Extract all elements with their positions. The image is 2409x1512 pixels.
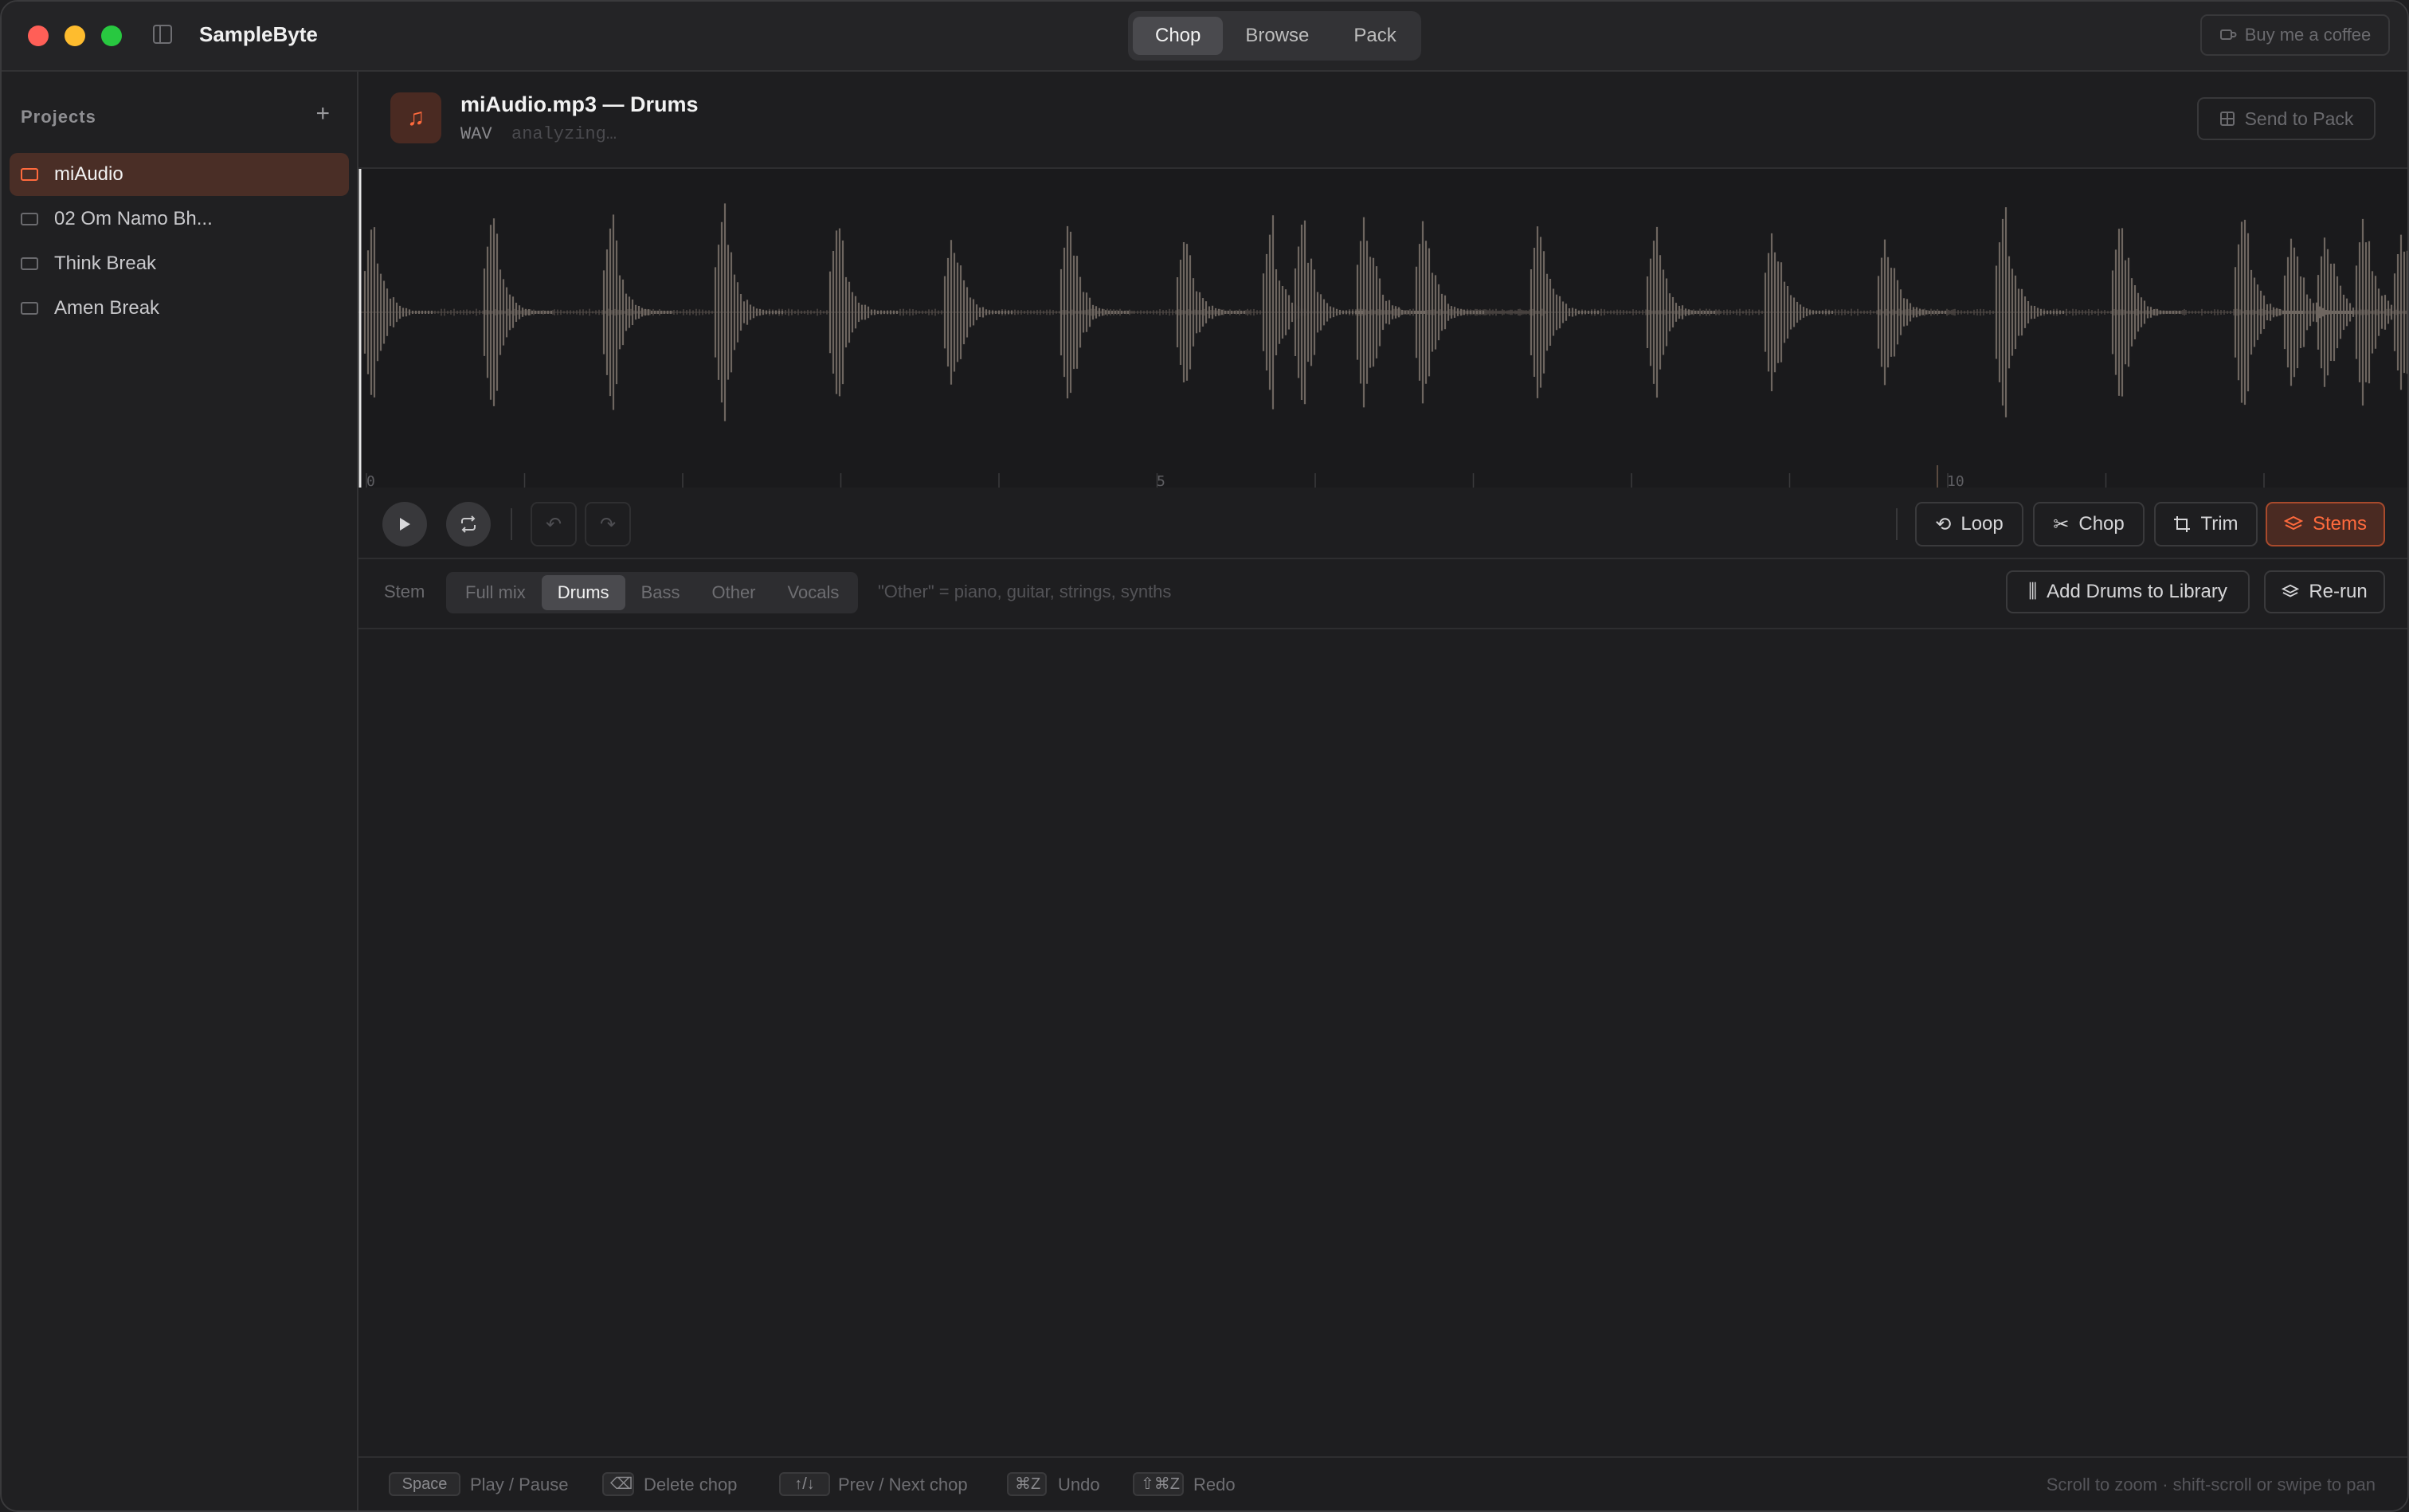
divider <box>511 508 512 540</box>
add-project-button[interactable]: + <box>315 100 330 127</box>
file-status: analyzing… <box>511 124 617 144</box>
stem-vocals[interactable]: Vocals <box>772 575 856 610</box>
coffee-cup-icon <box>2219 29 2237 40</box>
trim-label: Trim <box>2200 513 2239 535</box>
folder-icon <box>21 302 38 315</box>
divider <box>1896 508 1898 540</box>
ruler-label: 10 <box>1947 473 1964 488</box>
trim-button[interactable]: Trim <box>2154 502 2258 546</box>
file-header: ♫ miAudio.mp3 — Drums WAV analyzing… Sen… <box>358 72 2407 169</box>
send-to-pack-label: Send to Pack <box>2244 108 2354 129</box>
scissors-icon: ✂ <box>2053 513 2070 535</box>
title-bar: SampleByte Chop Browse Pack Buy me a cof… <box>2 2 2407 72</box>
sidebar-item-om-namo[interactable]: 02 Om Namo Bh... <box>10 198 349 241</box>
add-to-library-button[interactable]: ⫼ Add Drums to Library <box>2006 570 2250 613</box>
kbd-redo: ⇧⌘Z <box>1133 1472 1184 1496</box>
redo-button[interactable]: ↷ <box>585 502 631 546</box>
tab-browse[interactable]: Browse <box>1223 17 1331 55</box>
shortcut-footer: Space Play / Pause ⌫ Delete chop ↑/↓ Pre… <box>358 1456 2407 1510</box>
sidebar-toggle-icon[interactable] <box>153 25 172 44</box>
folder-icon <box>21 257 38 270</box>
mode-tabs: Chop Browse Pack <box>1128 11 1421 61</box>
file-format: WAV <box>460 124 492 144</box>
redo-icon: ↷ <box>599 513 617 535</box>
ruler-label: 0 <box>366 473 375 488</box>
grid-icon <box>2219 112 2235 126</box>
repeat-icon <box>461 515 476 533</box>
rerun-button[interactable]: Re-run <box>2264 570 2385 613</box>
layers-icon <box>2283 515 2303 531</box>
chop-label: Chop <box>2078 513 2125 535</box>
stem-bass[interactable]: Bass <box>625 575 696 610</box>
shortcut-label: Undo <box>1058 1475 1100 1494</box>
ruler-label: 5 <box>1157 473 1165 488</box>
shortcut-label: Delete chop <box>644 1475 738 1494</box>
tab-chop[interactable]: Chop <box>1133 17 1224 55</box>
shortcut-label: Prev / Next chop <box>838 1475 968 1494</box>
main-panel: ♫ miAudio.mp3 — Drums WAV analyzing… Sen… <box>358 72 2407 1510</box>
zoom-window-button[interactable] <box>101 25 122 46</box>
stem-selector-bar: Stem Full mix Drums Bass Other Vocals "O… <box>358 558 2407 629</box>
projects-heading: Projects <box>21 107 96 127</box>
music-note-icon: ♫ <box>390 92 441 143</box>
tab-pack[interactable]: Pack <box>1331 17 1418 55</box>
stems-label: Stems <box>2312 513 2367 535</box>
buy-coffee-button[interactable]: Buy me a coffee <box>2200 14 2390 56</box>
folder-icon <box>21 213 38 225</box>
send-to-pack-button[interactable]: Send to Pack <box>2197 97 2376 140</box>
stem-label: Stem <box>384 582 425 601</box>
chop-button[interactable]: ✂ Chop <box>2033 502 2145 546</box>
zoom-hint: Scroll to zoom · shift-scroll or swipe t… <box>2046 1475 2376 1494</box>
close-window-button[interactable] <box>28 25 49 46</box>
library-icon: ⫼ <box>2028 581 2038 602</box>
stem-options: Full mix Drums Bass Other Vocals <box>446 572 859 613</box>
stem-hint: "Other" = piano, guitar, strings, synths <box>878 582 1172 601</box>
stems-button[interactable]: Stems <box>2266 502 2385 546</box>
kbd-delete: ⌫ <box>602 1472 634 1496</box>
kbd-undo: ⌘Z <box>1007 1472 1047 1496</box>
stem-drums[interactable]: Drums <box>541 575 625 610</box>
sidebar-item-miaudio[interactable]: miAudio <box>10 153 349 196</box>
stem-full-mix[interactable]: Full mix <box>449 575 542 610</box>
buy-coffee-label: Buy me a coffee <box>2244 25 2372 45</box>
loop-button[interactable]: ⟲ Loop <box>1915 502 2023 546</box>
sidebar: Projects + miAudio 02 Om Namo Bh... Thin… <box>2 72 358 1510</box>
folder-icon <box>21 168 38 181</box>
stem-other[interactable]: Other <box>695 575 771 610</box>
repeat-button[interactable] <box>446 502 491 546</box>
layers-icon <box>2282 584 2300 597</box>
rerun-label: Re-run <box>2309 581 2368 602</box>
file-title: miAudio.mp3 — Drums <box>460 92 699 116</box>
waveform[interactable]: 0 5 10 <box>358 169 2409 488</box>
app-title: SampleByte <box>199 22 318 46</box>
minimize-window-button[interactable] <box>65 25 85 46</box>
waveform-view[interactable]: 0 5 10 <box>358 169 2407 488</box>
kbd-space: Space <box>389 1472 460 1496</box>
shortcut-label: Redo <box>1193 1475 1236 1494</box>
play-button[interactable] <box>382 502 427 546</box>
undo-button[interactable]: ↶ <box>531 502 577 546</box>
transport-toolbar: ↶ ↷ ⟲ Loop ✂ Chop Trim Stems <box>358 488 2407 559</box>
sidebar-item-think-break[interactable]: Think Break <box>10 242 349 285</box>
sidebar-item-amen-break[interactable]: Amen Break <box>10 287 349 330</box>
sidebar-item-label: 02 Om Namo Bh... <box>54 208 213 229</box>
undo-icon: ↶ <box>545 513 562 535</box>
loop-label: Loop <box>1960 513 2004 535</box>
play-icon <box>400 518 410 531</box>
loop-icon: ⟲ <box>1935 513 1952 535</box>
app-window: SampleByte Chop Browse Pack Buy me a cof… <box>0 0 2409 1512</box>
sidebar-item-label: miAudio <box>54 163 123 185</box>
sidebar-item-label: Amen Break <box>54 297 160 319</box>
add-to-library-label: Add Drums to Library <box>2047 581 2227 602</box>
kbd-arrows: ↑/↓ <box>779 1472 830 1496</box>
sidebar-item-label: Think Break <box>54 253 157 274</box>
crop-icon <box>2174 516 2191 532</box>
shortcut-label: Play / Pause <box>470 1475 569 1494</box>
